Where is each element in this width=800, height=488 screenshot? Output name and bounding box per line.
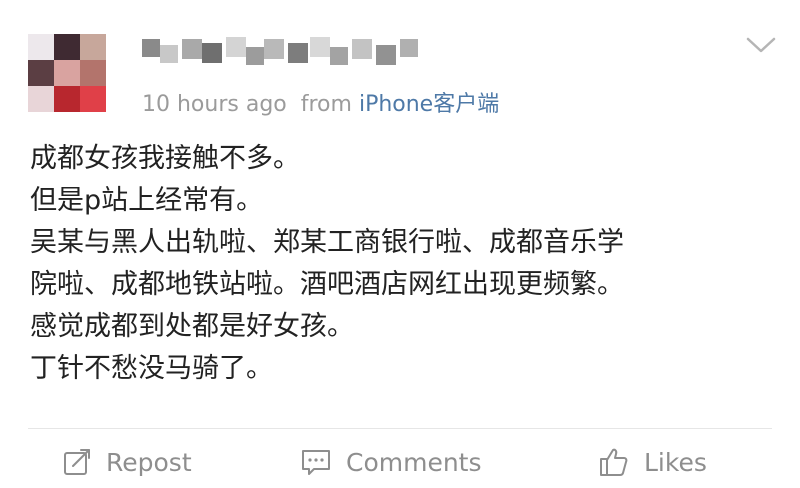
comment-icon [302, 450, 330, 475]
post-line: 成都女孩我接触不多。 [30, 143, 300, 174]
post-meta: 10 hours ago from iPhone客户端 [142, 86, 499, 118]
thumbs-up-icon [600, 448, 628, 476]
repost-label: Repost [106, 447, 192, 477]
chevron-down-icon[interactable] [744, 30, 778, 58]
comments-button[interactable]: Comments [300, 440, 482, 484]
source-prefix: from [300, 92, 352, 117]
post-line: 感觉成都到处都是好女孩。 [30, 311, 354, 342]
divider [28, 428, 772, 429]
likes-button[interactable]: Likes [598, 440, 707, 484]
repost-button[interactable]: Repost [62, 440, 192, 484]
repost-icon [64, 449, 90, 475]
post-line: 但是p站上经常有。 [30, 185, 264, 216]
post-line: 丁针不愁没马骑了。 [30, 353, 273, 384]
action-bar: Repost Comments Likes [0, 440, 800, 484]
post-content: 成都女孩我接触不多。 但是p站上经常有。 吴某与黑人出轨啦、郑某工商银行啦、成都… [30, 138, 780, 390]
weibo-post-card: 10 hours ago from iPhone客户端 成都女孩我接触不多。 但… [0, 0, 800, 488]
likes-label: Likes [644, 447, 707, 477]
avatar[interactable] [28, 34, 106, 112]
post-line: 吴某与黑人出轨啦、郑某工商银行啦、成都音乐学 [30, 227, 624, 258]
username-pixelated[interactable] [142, 33, 432, 73]
post-time: 10 hours ago [142, 92, 287, 117]
source-link[interactable]: iPhone客户端 [359, 92, 499, 117]
post-line: 院啦、成都地铁站啦。酒吧酒店网红出现更频繁。 [30, 269, 624, 300]
comments-label: Comments [346, 447, 482, 477]
